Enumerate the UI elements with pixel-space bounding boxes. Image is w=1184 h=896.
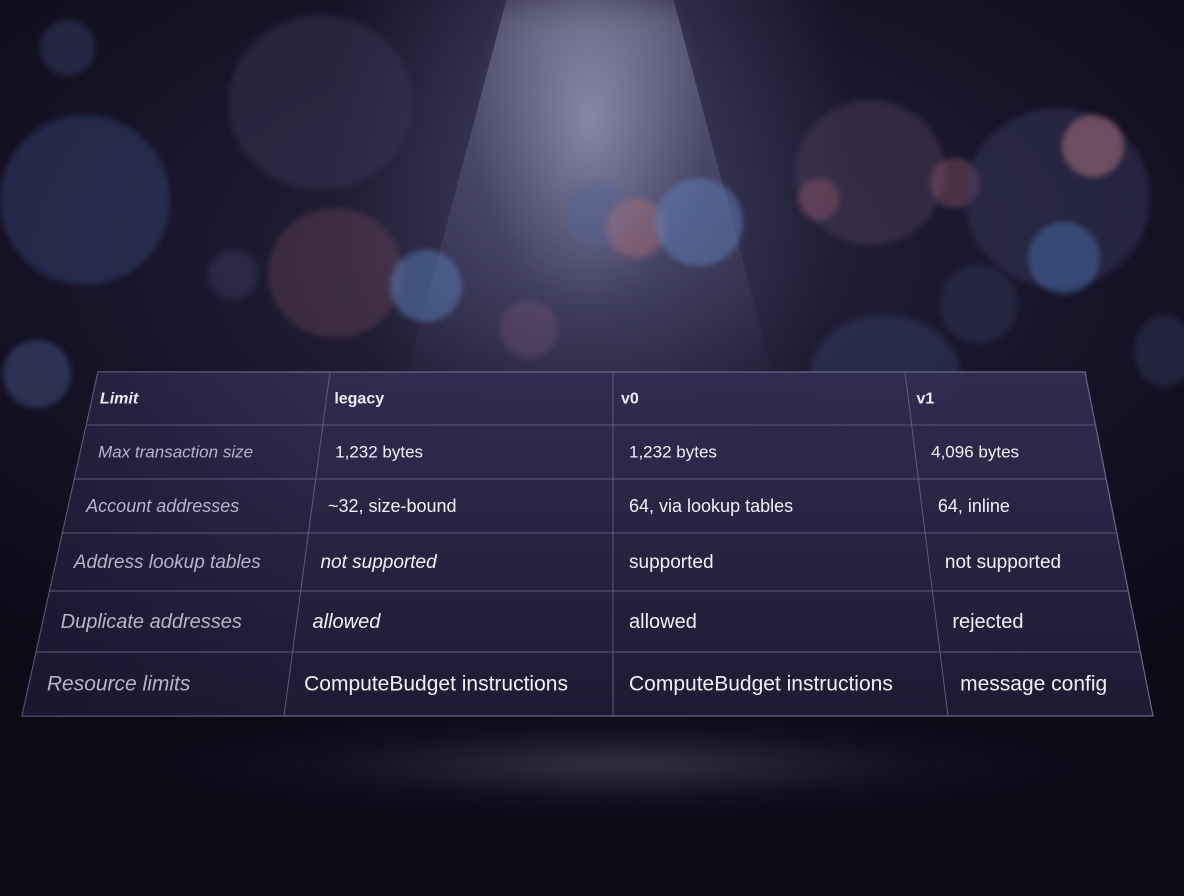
table-cell-v0: allowed (629, 611, 697, 633)
table-cell-legacy: not supported (320, 552, 438, 573)
row-label: Resource limits (47, 673, 191, 696)
table-cell-v1: 4,096 bytes (931, 442, 1019, 461)
table-cell-v1: rejected (952, 611, 1023, 633)
table-cell-v1: not supported (945, 552, 1061, 573)
table-cell-v0: 64, via lookup tables (629, 496, 793, 516)
table-cell-legacy: ComputeBudget instructions (304, 673, 568, 696)
row-label: Duplicate addresses (61, 611, 242, 633)
table-cell-v0: supported (629, 552, 714, 573)
column-header-v1: v1 (916, 391, 934, 408)
table-cell-v1: 64, inline (938, 496, 1010, 516)
row-label: Max transaction size (98, 442, 253, 461)
column-header-legacy: legacy (334, 391, 384, 408)
table-cell-v1: message config (960, 673, 1107, 696)
table-cell-legacy: 1,232 bytes (335, 442, 423, 461)
table-cell-v0: 1,232 bytes (629, 442, 717, 461)
table-cell-v0: ComputeBudget instructions (629, 673, 893, 696)
row-label: Address lookup tables (73, 552, 261, 573)
comparison-table: Limit legacy v0 v1 Max transaction size 1,232… (21, 371, 1154, 717)
spotlight-stage: Limit legacy v0 v1 Max transaction size 1,232… (0, 0, 1184, 896)
label-column-shade (22, 372, 330, 716)
row-label: Account addresses (85, 496, 239, 516)
table-cell-legacy: allowed (313, 611, 382, 633)
column-header-limit: Limit (100, 391, 139, 408)
table-cell-legacy: ~32, size-bound (328, 496, 457, 516)
column-header-v0: v0 (621, 391, 639, 408)
